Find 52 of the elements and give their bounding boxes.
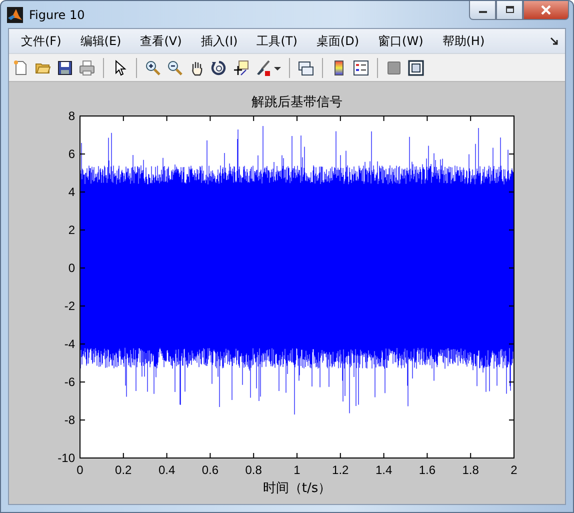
x-tick-label: 1.6	[418, 463, 436, 477]
menu-item[interactable]: 窗口(W)	[372, 30, 430, 52]
y-tick-label: 8	[68, 109, 75, 123]
data-cursor-icon[interactable]	[233, 60, 249, 76]
window-title: Figure 10	[29, 8, 85, 22]
printer-icon[interactable]	[79, 60, 95, 76]
rotate-icon[interactable]	[211, 60, 227, 76]
hide-plot-tools-icon[interactable]	[386, 60, 402, 76]
new-file-icon[interactable]	[13, 60, 29, 76]
x-tick-label: 0.8	[245, 463, 262, 477]
x-tick-label: 0.2	[115, 463, 132, 477]
zoom-out-icon[interactable]	[167, 60, 183, 76]
y-tick-label: -2	[64, 299, 75, 313]
y-tick-label: -10	[58, 451, 75, 465]
x-tick-label: 1	[294, 463, 300, 477]
menu-item[interactable]: 桌面(D)	[310, 30, 366, 52]
y-tick-label: -4	[64, 337, 75, 351]
y-tick-label: 6	[68, 147, 75, 161]
zoom-in-icon[interactable]	[145, 60, 161, 76]
menu-item[interactable]: 编辑(E)	[74, 30, 128, 52]
minimize-button[interactable]	[469, 1, 496, 20]
y-tick-label: -8	[64, 413, 75, 427]
y-tick-label: -6	[64, 375, 75, 389]
menu-item[interactable]: 插入(I)	[194, 30, 244, 52]
x-tick-label: 1.2	[332, 463, 349, 477]
menu-item[interactable]: 查看(V)	[134, 30, 188, 52]
menu-item[interactable]: 帮助(H)	[436, 30, 491, 52]
y-tick-label: 2	[68, 223, 75, 237]
x-tick-label: 1.4	[375, 463, 392, 477]
x-tick-label: 2	[510, 463, 518, 477]
dock-arrow-icon[interactable]	[550, 36, 559, 46]
save-icon[interactable]	[57, 60, 73, 76]
plot-title: 解跳后基带信号	[252, 95, 342, 110]
maximize-button[interactable]	[496, 1, 523, 20]
y-tick-label: 0	[68, 261, 75, 275]
x-tick-label: 0	[76, 463, 84, 477]
y-tick-label: 4	[68, 185, 75, 199]
menu-item[interactable]: 文件(F)	[15, 30, 68, 52]
maximize-icon	[504, 6, 514, 14]
legend-icon[interactable]	[353, 60, 369, 76]
hand-icon[interactable]	[189, 60, 205, 76]
close-button[interactable]	[523, 1, 569, 20]
show-plot-tools-icon[interactable]	[408, 60, 424, 76]
x-tick-label: 0.4	[158, 463, 176, 477]
x-tick-label: 0.6	[202, 463, 219, 477]
peak-icon	[7, 6, 23, 22]
linked-windows-icon[interactable]	[298, 60, 314, 76]
menu-item[interactable]: 工具(T)	[250, 30, 304, 52]
x-axis-label: 时间（t/s）	[262, 481, 332, 496]
brush-icon[interactable]	[255, 60, 271, 76]
x-tick-label: 1.8	[462, 463, 479, 477]
close-icon	[540, 5, 552, 15]
